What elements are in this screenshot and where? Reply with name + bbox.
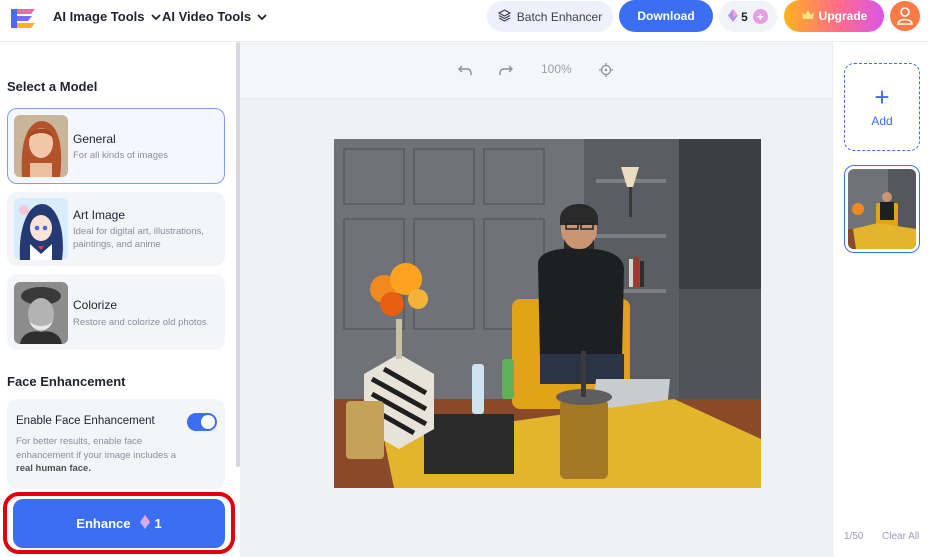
- select-model-title: Select a Model: [7, 79, 98, 94]
- nav-ai-video-tools[interactable]: AI Video Tools: [162, 0, 267, 32]
- enhance-button[interactable]: Enhance 1: [13, 499, 225, 548]
- model-card-colorize[interactable]: Colorize Restore and colorize old photos: [7, 274, 225, 350]
- upgrade-label: Upgrade: [818, 9, 868, 23]
- chevron-down-icon: [150, 9, 161, 24]
- model-desc-art-image: Ideal for digital art, illustrations, pa…: [73, 226, 204, 250]
- face-enhancement-card: Enable Face Enhancement For better resul…: [7, 399, 225, 489]
- colorize-model-thumbnail: [14, 282, 68, 344]
- batch-enhancer-button[interactable]: Batch Enhancer: [487, 1, 613, 32]
- locate-icon[interactable]: [599, 63, 613, 80]
- canvas-toolbar: 100%: [240, 42, 832, 97]
- add-credits-icon[interactable]: +: [752, 9, 768, 24]
- app-logo-icon[interactable]: [8, 6, 38, 32]
- download-button[interactable]: Download: [619, 0, 713, 32]
- face-enhancement-note: For better results, enable face enhancem…: [16, 435, 192, 476]
- art-model-thumbnail: [14, 198, 68, 260]
- undo-icon[interactable]: [458, 63, 472, 79]
- clear-all-button[interactable]: Clear All: [882, 531, 919, 542]
- credits-count: 5: [741, 9, 748, 24]
- uploaded-photo: [334, 139, 761, 488]
- nav-ai-video-tools-label: AI Video Tools: [162, 8, 252, 24]
- crown-icon: [801, 9, 819, 24]
- image-thumbnail[interactable]: [844, 165, 920, 253]
- image-thumbnail-preview: [848, 169, 916, 249]
- image-count: 1/50: [844, 531, 864, 542]
- face-enhancement-toggle[interactable]: [187, 413, 217, 431]
- nav-ai-image-tools[interactable]: AI Image Tools: [53, 0, 161, 32]
- general-model-thumbnail: [14, 115, 68, 177]
- enhance-label: Enhance: [76, 516, 131, 531]
- model-card-general[interactable]: General For all kinds of images: [7, 108, 225, 184]
- model-desc-colorize: Restore and colorize old photos: [73, 317, 207, 328]
- enhance-cost: 1: [154, 516, 162, 531]
- credits-badge[interactable]: 5 +: [719, 1, 777, 32]
- user-avatar-icon[interactable]: [890, 1, 920, 31]
- redo-icon[interactable]: [499, 63, 513, 79]
- layers-icon: [497, 8, 517, 25]
- model-card-art-image[interactable]: Art Image Ideal for digital art, illustr…: [7, 192, 225, 266]
- plus-icon: +: [874, 82, 890, 112]
- gem-icon: [140, 515, 151, 532]
- model-name-general: General: [73, 132, 116, 146]
- add-image-button[interactable]: + Add: [844, 63, 920, 151]
- batch-enhancer-label: Batch Enhancer: [516, 9, 603, 24]
- zoom-level[interactable]: 100%: [541, 62, 572, 76]
- face-note-bold: real human face.: [16, 463, 91, 474]
- toggle-knob: [201, 415, 215, 429]
- face-enhancement-title: Face Enhancement: [7, 374, 126, 389]
- gem-icon: [728, 8, 739, 25]
- nav-ai-image-tools-label: AI Image Tools: [53, 8, 145, 24]
- face-note-text: For better results, enable face enhancem…: [16, 436, 177, 461]
- add-image-label: Add: [871, 114, 893, 128]
- upgrade-button[interactable]: Upgrade: [784, 0, 884, 32]
- face-enhancement-toggle-label: Enable Face Enhancement: [16, 415, 155, 427]
- model-name-art-image: Art Image: [73, 208, 126, 222]
- model-name-colorize: Colorize: [73, 298, 118, 312]
- chevron-down-icon: [257, 9, 267, 24]
- top-bar: AI Image Tools AI Video Tools Batch Enha…: [0, 0, 928, 42]
- model-desc-general: For all kinds of images: [73, 150, 169, 161]
